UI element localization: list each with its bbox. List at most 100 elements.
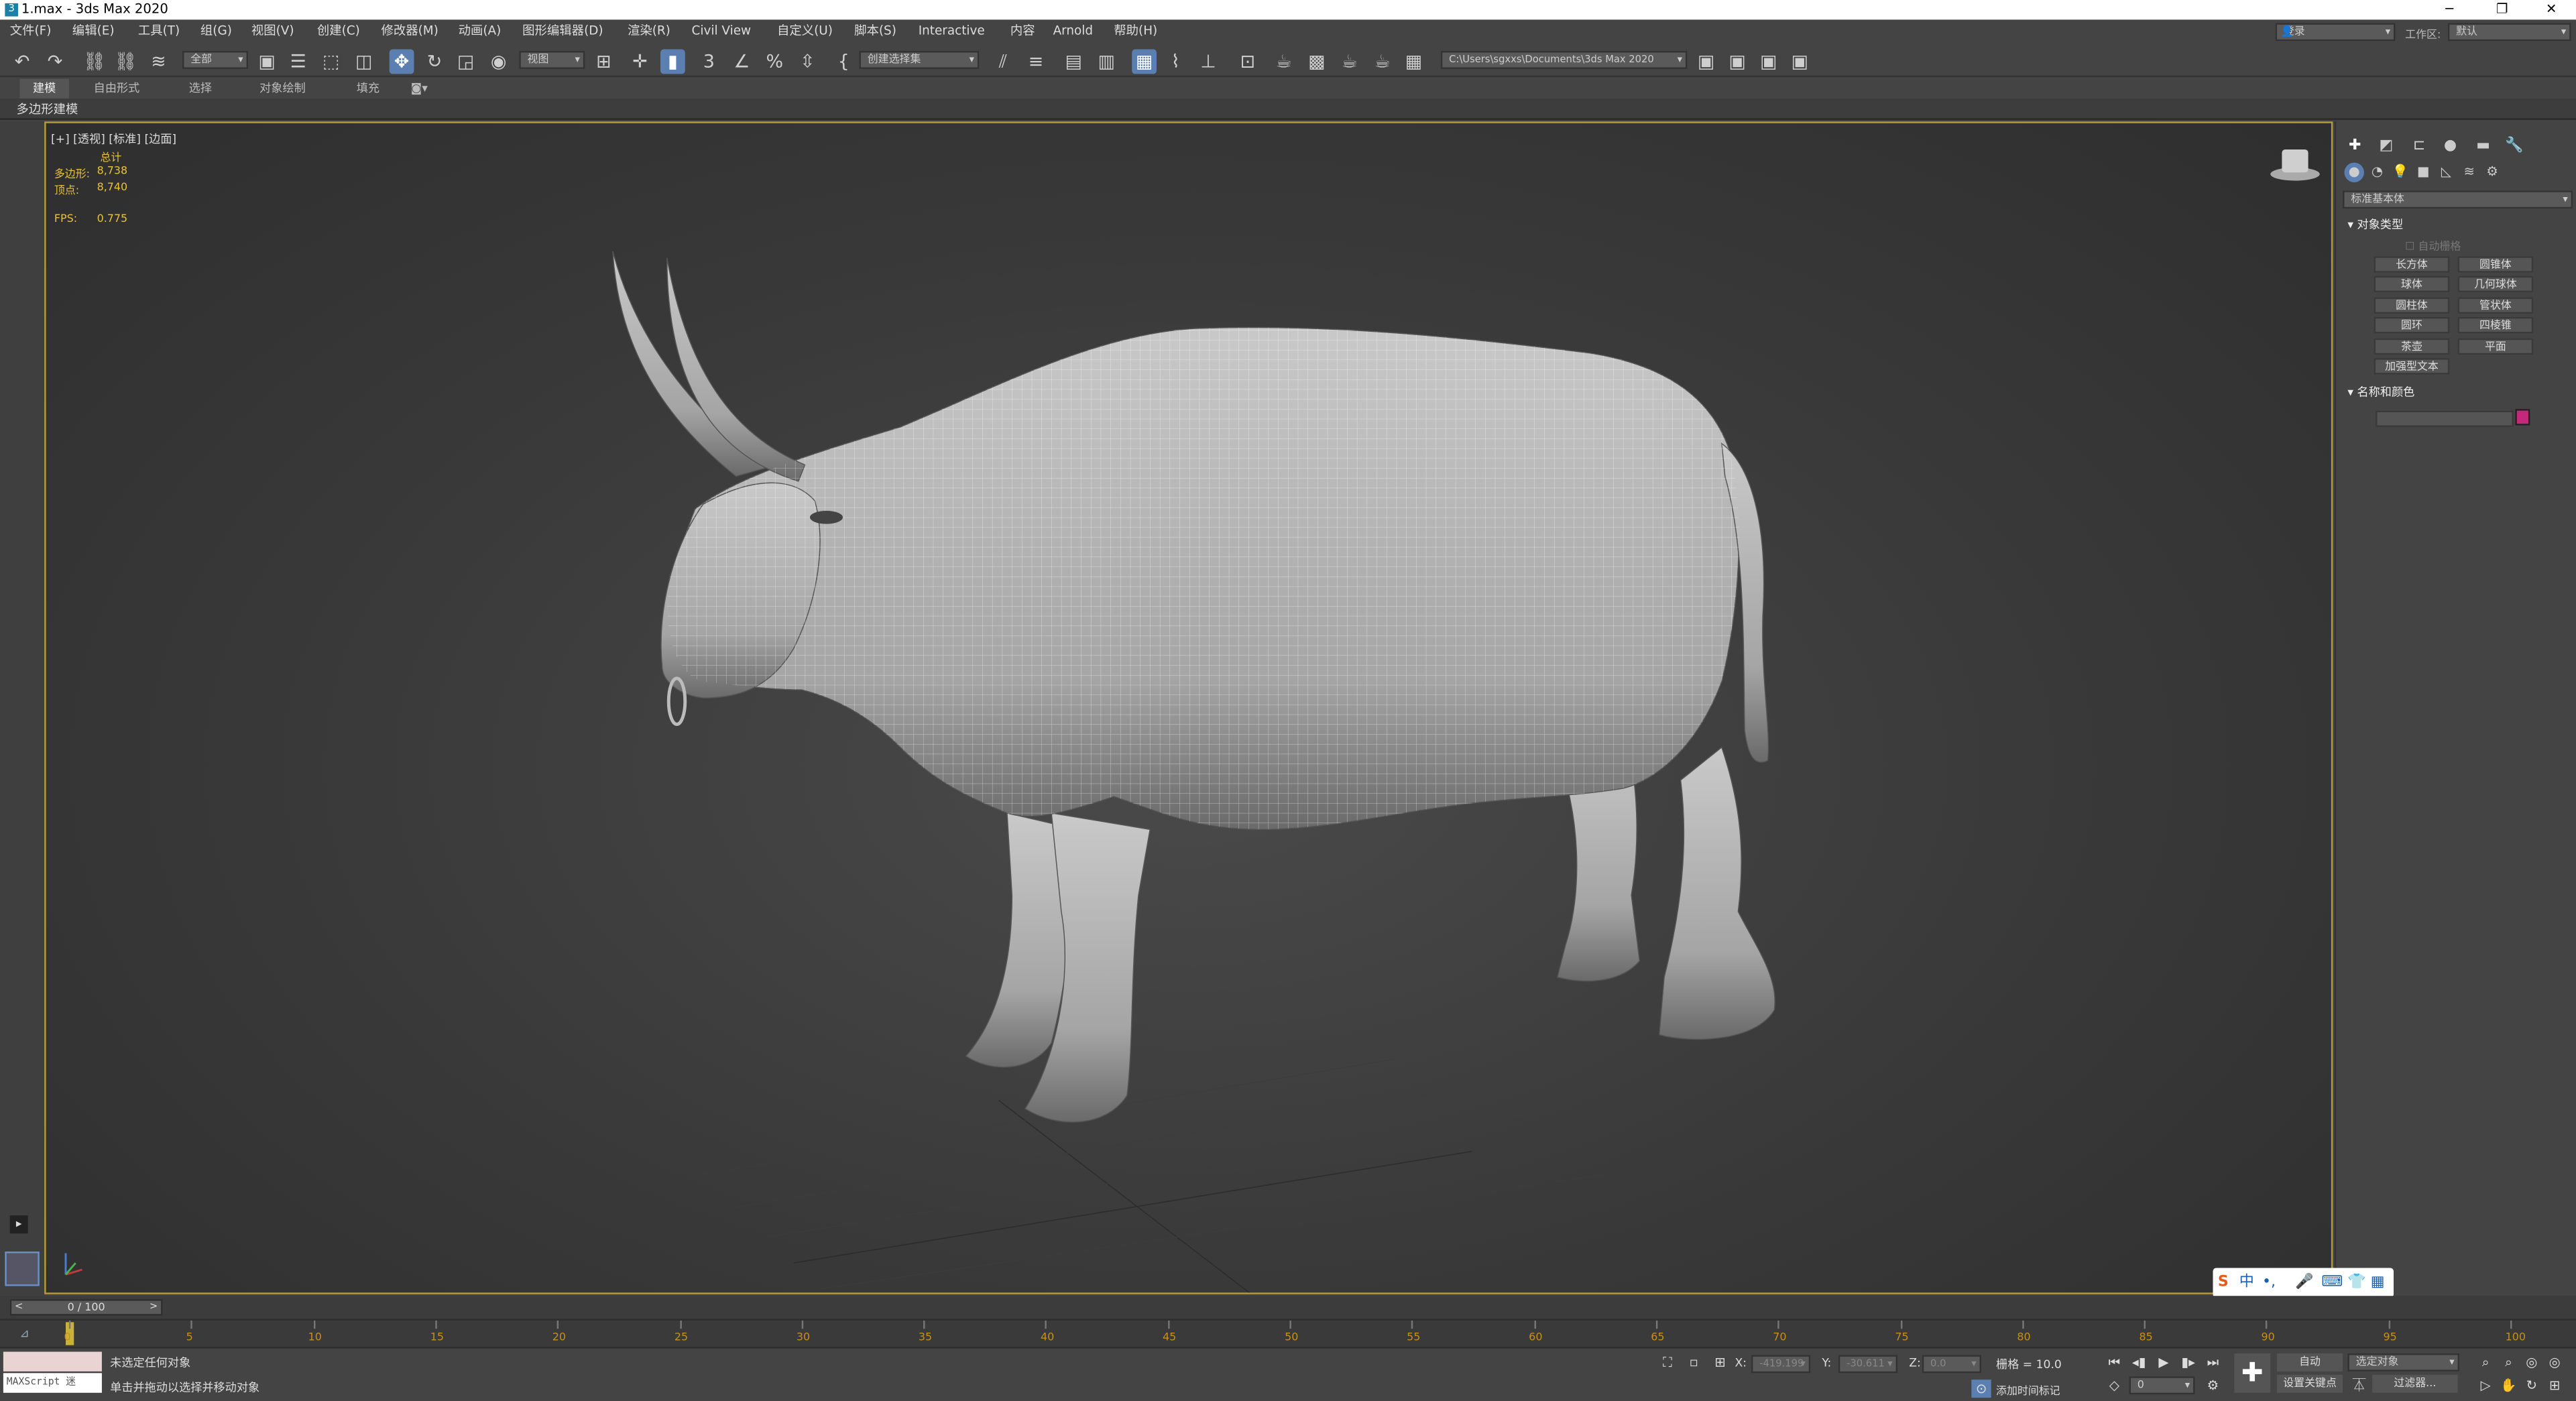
ime-toolbar[interactable]: S 中 •, 🎤 ⌨ 👕 ▦ <box>2213 1268 2394 1298</box>
percent-snap-icon[interactable]: % <box>762 50 787 74</box>
field-of-view-icon[interactable]: ▷ <box>2476 1376 2496 1394</box>
unlink-icon[interactable]: ⛓ <box>113 50 138 74</box>
menu-rendering[interactable]: 渲染(R) <box>628 19 670 42</box>
scene-explorer-icon[interactable]: ▤ <box>1061 50 1086 74</box>
object-type-rollout[interactable]: ▾ 对象类型 <box>2347 217 2403 233</box>
maxscript-listener-input[interactable]: MAXScript 迷 <box>3 1373 102 1393</box>
select-move-icon[interactable]: ✥ <box>389 49 414 74</box>
y-coordinate-field[interactable]: -30.611 <box>1838 1355 1898 1374</box>
layer-explorer-icon[interactable]: ▥ <box>1094 50 1119 74</box>
ribbon-tab-object-paint[interactable]: 对象绘制 <box>259 79 306 99</box>
menu-civil-view[interactable]: Civil View <box>692 19 751 42</box>
systems-icon[interactable]: ⚙ <box>2482 163 2502 182</box>
workspace-dropdown[interactable]: 默认 <box>2447 23 2571 42</box>
menu-scripting[interactable]: 脚本(S) <box>854 19 896 42</box>
zoom-extents-icon[interactable]: ◎ <box>2522 1353 2541 1372</box>
project-folder-dropdown[interactable]: C:\Users\sgxxs\Documents\3ds Max 2020 <box>1440 50 1688 69</box>
motion-panel-icon[interactable]: ● <box>2440 136 2461 158</box>
mirror-icon[interactable]: ⫽ <box>991 50 1016 74</box>
absolute-mode-icon[interactable]: ⊞ <box>1710 1353 1730 1372</box>
project-create-icon[interactable]: ▣ <box>1725 50 1750 74</box>
z-coordinate-field[interactable]: 0.0 <box>1922 1355 1982 1374</box>
isolate-icon[interactable]: ⛶ <box>1657 1353 1677 1372</box>
ribbon-tab-freeform[interactable]: 自由形式 <box>94 79 140 99</box>
viewport-layout-thumbnail[interactable] <box>5 1252 40 1286</box>
align-icon[interactable]: ≡ <box>1024 50 1049 74</box>
utilities-panel-icon[interactable]: 🔧 <box>2504 136 2525 158</box>
ribbon-tab-modeling[interactable]: 建模 <box>19 78 69 99</box>
viewport-label-menu[interactable]: [+] [透视] [标准] [边面] <box>51 131 176 148</box>
window-crossing-icon[interactable]: ◫ <box>351 50 376 74</box>
minimize-button[interactable]: ─ <box>2431 0 2467 19</box>
geometry-icon[interactable]: ● <box>2344 162 2364 182</box>
edit-named-selection-icon[interactable]: { <box>831 50 856 74</box>
rendered-frame-window-icon[interactable]: ▩ <box>1304 50 1329 74</box>
mini-curve-editor-icon[interactable]: ⊿ <box>19 1327 29 1341</box>
ribbon-tab-populate[interactable]: 填充 <box>357 79 379 99</box>
ribbon-options-icon[interactable]: ◙▾ <box>411 79 428 99</box>
spinner-snap-icon[interactable]: ⇳ <box>795 50 820 74</box>
time-tag-icon[interactable]: ⊙ <box>1971 1380 1991 1398</box>
geosphere-button[interactable]: 几何球体 <box>2457 276 2534 293</box>
redo-icon[interactable]: ↷ <box>43 50 68 74</box>
display-panel-icon[interactable]: ▬ <box>2473 136 2494 158</box>
helpers-icon[interactable]: ◺ <box>2437 163 2456 182</box>
zoom-extents-all-icon[interactable]: ◎ <box>2544 1353 2564 1372</box>
box-button[interactable]: 长方体 <box>2374 256 2450 273</box>
viewcube-icon[interactable] <box>2270 149 2320 181</box>
set-key-big-icon[interactable]: ✚ <box>2234 1353 2271 1393</box>
selection-filter-dropdown[interactable]: 全部 <box>182 50 248 69</box>
schematic-view-icon[interactable]: ⊥ <box>1196 50 1221 74</box>
menu-help[interactable]: 帮助(H) <box>1114 19 1157 42</box>
prev-frame-icon[interactable]: < <box>15 1301 23 1315</box>
menu-edit[interactable]: 编辑(E) <box>72 19 115 42</box>
object-color-swatch[interactable] <box>2515 409 2530 426</box>
named-selection-dropdown[interactable]: 创建选择集 <box>859 50 980 69</box>
keyboard-shortcut-override-icon[interactable]: ▮ <box>660 49 685 74</box>
maxscript-listener-top[interactable] <box>3 1351 102 1372</box>
login-dropdown[interactable]: 👤 登录 <box>2275 23 2396 42</box>
menu-arnold[interactable]: Arnold <box>1053 19 1093 42</box>
sphere-button[interactable]: 球体 <box>2374 276 2450 293</box>
select-by-name-icon[interactable]: ☰ <box>286 50 310 74</box>
rectangular-selection-icon[interactable]: ⬚ <box>318 50 343 74</box>
orbit-icon[interactable]: ↻ <box>2522 1376 2541 1394</box>
set-key-button[interactable]: 设置关键点 <box>2277 1374 2343 1393</box>
ribbon-tab-selection[interactable]: 选择 <box>189 79 212 99</box>
ime-menu-icon[interactable]: ▦ <box>2371 1268 2385 1298</box>
menu-modifiers[interactable]: 修改器(M) <box>381 19 438 42</box>
material-editor-icon[interactable]: ⊡ <box>1236 50 1261 74</box>
menu-graph-editors[interactable]: 图形编辑器(D) <box>522 19 603 42</box>
close-button[interactable]: ✕ <box>2533 0 2569 19</box>
ime-mic-icon[interactable]: 🎤 <box>2295 1268 2313 1298</box>
angle-snap-icon[interactable]: ∠ <box>729 50 754 74</box>
torus-button[interactable]: 圆环 <box>2374 316 2450 334</box>
select-object-icon[interactable]: ▣ <box>255 50 280 74</box>
project-open-icon[interactable]: ▣ <box>1694 50 1718 74</box>
menu-create[interactable]: 创建(C) <box>317 19 360 42</box>
lights-icon[interactable]: 💡 <box>2390 163 2410 182</box>
select-rotate-icon[interactable]: ↻ <box>422 50 447 74</box>
key-filters-button[interactable]: 过滤器... <box>2372 1374 2458 1393</box>
object-category-dropdown[interactable]: 标准基本体 <box>2343 190 2573 209</box>
undo-icon[interactable]: ↶ <box>10 50 35 74</box>
plane-button[interactable]: 平面 <box>2457 338 2534 355</box>
create-panel-icon[interactable]: ✚ <box>2345 136 2366 158</box>
project-switch-icon[interactable]: ▣ <box>1788 50 1812 74</box>
bull-mesh-model[interactable] <box>605 247 1779 1134</box>
menu-tools[interactable]: 工具(T) <box>138 19 180 42</box>
next-frame-icon[interactable]: ▮▸ <box>2178 1353 2198 1372</box>
restore-button[interactable]: ❐ <box>2484 0 2520 19</box>
menu-customize[interactable]: 自定义(U) <box>777 19 833 42</box>
add-time-tag[interactable]: 添加时间标记 <box>1996 1382 2060 1398</box>
curve-editor-icon[interactable]: ⌇ <box>1163 50 1188 74</box>
project-settings-icon[interactable]: ▣ <box>1756 50 1781 74</box>
render-shortcuts-icon[interactable]: ▦ <box>1401 50 1426 74</box>
render-setup-icon[interactable]: ☕ <box>1271 50 1296 74</box>
previous-frame-icon[interactable]: ◂▮ <box>2129 1353 2149 1372</box>
bind-space-warp-icon[interactable]: ≋ <box>146 50 171 74</box>
object-name-field[interactable] <box>2376 410 2514 428</box>
hierarchy-panel-icon[interactable]: ⊏ <box>2408 136 2430 158</box>
ime-language[interactable]: 中 <box>2239 1268 2254 1298</box>
go-to-end-icon[interactable]: ⏭ <box>2203 1353 2223 1372</box>
